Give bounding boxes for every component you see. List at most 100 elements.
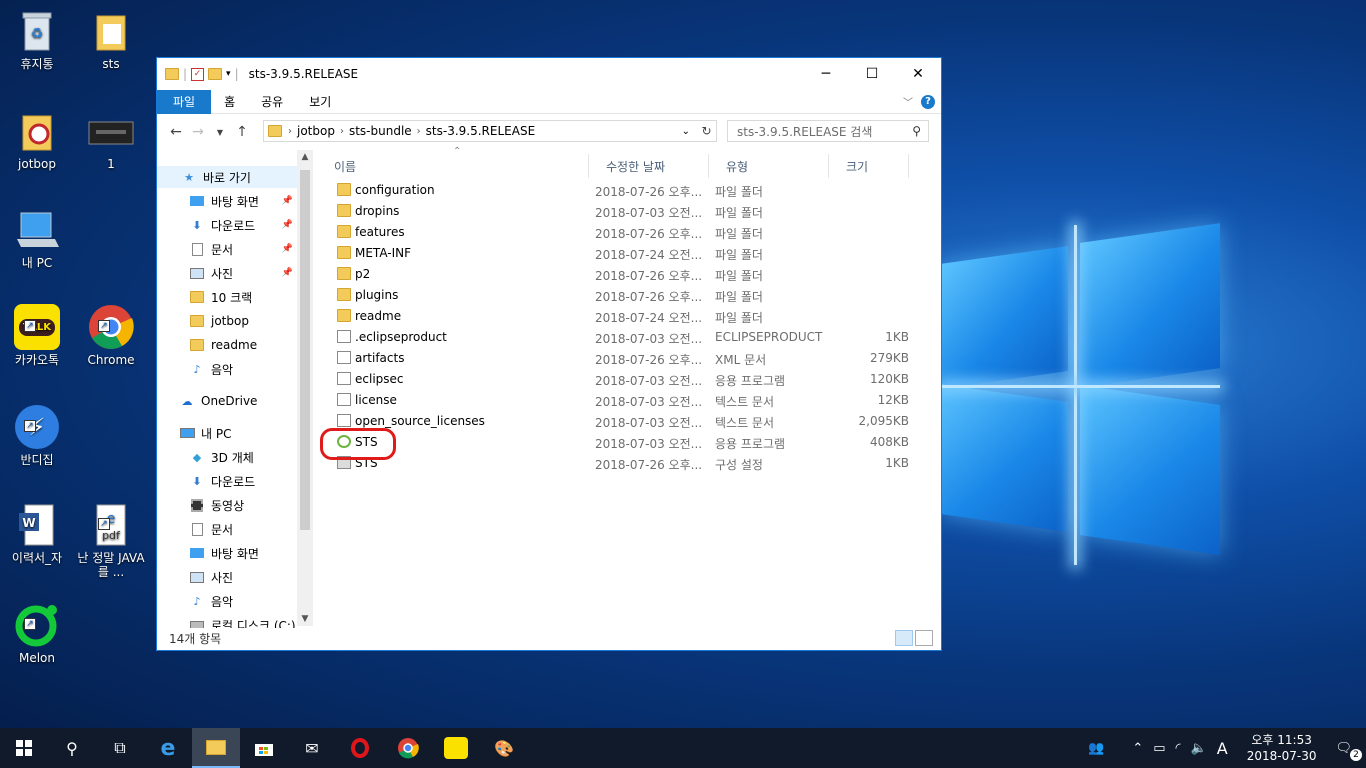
search-icon[interactable]: ⚲ — [48, 728, 96, 768]
breadcrumb[interactable]: sts-bundle — [344, 124, 417, 138]
close-button[interactable]: ✕ — [895, 58, 941, 90]
nav-item-quick-access[interactable]: ★ 바로 가기 — [157, 166, 297, 188]
pin-icon[interactable]: 📌 — [282, 196, 293, 206]
notifications-icon[interactable]: 🗨 2 — [1330, 741, 1366, 761]
pin-icon[interactable]: 📌 — [282, 244, 293, 254]
file-row[interactable]: eclipsec 2018-07-03 오전... 응용 프로그램 120KB — [317, 369, 909, 390]
chevron-up-icon[interactable]: ⌃ — [1127, 741, 1148, 756]
tab-view[interactable]: 보기 — [296, 90, 344, 114]
details-view-icon[interactable] — [895, 630, 913, 646]
chrome-icon[interactable] — [384, 728, 432, 768]
desktop-icon-sts[interactable]: sts — [76, 8, 146, 71]
address-bar[interactable]: › jotbop › sts-bundle › sts-3.9.5.RELEAS… — [263, 120, 717, 142]
paint-icon[interactable]: 🎨 — [480, 728, 528, 768]
scroll-down-icon[interactable]: ▼ — [297, 614, 313, 624]
maximize-button[interactable]: ☐ — [849, 58, 895, 90]
help-icon[interactable]: ? — [921, 95, 935, 109]
desktop-icon-my-pc[interactable]: 내 PC — [2, 207, 72, 270]
mail-icon[interactable]: ✉ — [288, 728, 336, 768]
nav-item-music-pc[interactable]: ♪ 음악 — [157, 590, 297, 612]
nav-item-videos[interactable]: 동영상 — [157, 494, 297, 516]
refresh-button[interactable]: ↻ — [697, 120, 717, 142]
volume-icon[interactable]: 🔈 — [1186, 741, 1212, 756]
desktop-icon-recycle-bin[interactable]: ♻ 휴지통 — [2, 8, 72, 71]
column-header-type[interactable]: 유형 — [709, 154, 829, 178]
pin-icon[interactable]: 📌 — [282, 268, 293, 278]
file-row[interactable]: features 2018-07-26 오후... 파일 폴더 — [317, 222, 897, 243]
up-arrow-icon[interactable]: ↑ — [231, 124, 253, 140]
nav-item-crack[interactable]: 10 크랙 — [157, 286, 297, 308]
column-header-size[interactable]: 크기 — [829, 154, 909, 178]
minimize-button[interactable]: ─ — [803, 58, 849, 90]
file-row[interactable]: open_source_licenses 2018-07-03 오전... 텍스트 … — [317, 411, 909, 432]
nav-item-local-disk[interactable]: 로컬 디스크 (C:) — [157, 614, 297, 628]
recent-locations-icon[interactable]: ▼ — [209, 128, 231, 137]
title-bar[interactable]: | ✓ ▾ | sts-3.9.5.RELEASE ─ ☐ ✕ — [157, 58, 941, 90]
nav-item-desktop-pc[interactable]: 바탕 화면 — [157, 542, 297, 564]
start-icon[interactable] — [0, 728, 48, 768]
desktop-icon-1[interactable]: 1 — [76, 108, 146, 171]
store-icon[interactable] — [240, 728, 288, 768]
nav-item-readme[interactable]: readme — [157, 334, 297, 356]
nav-item-downloads-pc[interactable]: ⬇ 다운로드 — [157, 470, 297, 492]
scrollbar-thumb[interactable] — [300, 170, 310, 530]
wifi-icon[interactable]: ◜ — [1171, 741, 1186, 756]
nav-item-desktop[interactable]: 바탕 화면 📌 — [157, 190, 297, 212]
breadcrumb[interactable]: jotbop — [292, 124, 340, 138]
column-header-date[interactable]: 수정한 날짜 — [589, 154, 709, 178]
desktop-icon-melon[interactable]: ↗ Melon — [2, 602, 72, 665]
file-row[interactable]: readme 2018-07-24 오전... 파일 폴더 — [317, 306, 897, 327]
desktop-icon-chrome[interactable]: ↗ Chrome — [76, 304, 146, 367]
pin-icon[interactable]: 📌 — [282, 220, 293, 230]
file-row[interactable]: STS 2018-07-03 오전... 응용 프로그램 408KB — [317, 432, 909, 453]
tab-share[interactable]: 공유 — [248, 90, 296, 114]
nav-item-pictures-pc[interactable]: 사진 — [157, 566, 297, 588]
desktop-icon-java-pdf[interactable]: e pdf ↗ 난 정말 JAVA를 ... — [76, 502, 146, 579]
nav-item-onedrive[interactable]: ☁ OneDrive — [157, 390, 297, 412]
chevron-down-icon[interactable]: ⌄ — [682, 126, 690, 137]
nav-item-music[interactable]: ♪ 음악 — [157, 358, 297, 380]
people-icon[interactable]: 👥 — [1083, 741, 1109, 756]
nav-item-pictures[interactable]: 사진 📌 — [157, 262, 297, 284]
nav-item-documents[interactable]: 문서 📌 — [157, 238, 297, 260]
expand-ribbon-icon[interactable]: ﹀ — [903, 94, 913, 109]
large-icons-view-icon[interactable] — [915, 630, 933, 646]
properties-icon[interactable]: ✓ — [191, 67, 205, 81]
search-input[interactable]: sts-3.9.5.RELEASE 검색 ⚲ — [727, 120, 929, 142]
file-row[interactable]: META-INF 2018-07-24 오전... 파일 폴더 — [317, 243, 897, 264]
clock[interactable]: 오후 11:53 2018-07-30 — [1233, 732, 1331, 764]
file-row[interactable]: STS 2018-07-26 오후... 구성 설정 1KB — [317, 453, 909, 474]
file-row[interactable]: artifacts 2018-07-26 오후... XML 문서 279KB — [317, 348, 909, 369]
nav-item-downloads[interactable]: ⬇ 다운로드 📌 — [157, 214, 297, 236]
column-header-name[interactable]: 이름 — [317, 154, 589, 178]
tab-home[interactable]: 홈 — [211, 90, 248, 114]
nav-item-documents-pc[interactable]: 문서 — [157, 518, 297, 540]
edge-icon[interactable]: e — [144, 728, 192, 768]
file-explorer-icon[interactable] — [192, 728, 240, 768]
desktop-icon-kakaotalk[interactable]: TALK ↗ 카카오톡 — [2, 304, 72, 367]
new-folder-icon[interactable] — [208, 68, 223, 80]
nav-scrollbar[interactable]: ▲ ▼ — [297, 150, 313, 626]
scroll-up-icon[interactable]: ▲ — [297, 152, 313, 162]
battery-icon[interactable]: ▭ — [1148, 741, 1170, 756]
back-arrow-icon[interactable]: ← — [165, 124, 187, 140]
task-view-icon[interactable]: ⧉ — [96, 728, 144, 768]
desktop-icon-jotbop[interactable]: jotbop — [2, 108, 72, 171]
file-row[interactable]: p2 2018-07-26 오후... 파일 폴더 — [317, 264, 897, 285]
customize-toolbar-icon[interactable]: ▾ — [226, 69, 231, 79]
file-row[interactable]: license 2018-07-03 오전... 텍스트 문서 12KB — [317, 390, 909, 411]
file-row[interactable]: dropins 2018-07-03 오전... 파일 폴더 — [317, 201, 897, 222]
tab-file[interactable]: 파일 — [157, 89, 212, 114]
desktop-icon-resume[interactable]: W 이력서_자 — [2, 502, 72, 565]
file-row[interactable]: configuration 2018-07-26 오후... 파일 폴더 — [317, 180, 897, 201]
desktop-icon-bandizip[interactable]: ⚡ ↗ 반디집 — [2, 404, 72, 467]
forward-arrow-icon[interactable]: → — [187, 124, 209, 140]
nav-item-this-pc[interactable]: 내 PC — [157, 422, 297, 444]
ime-indicator[interactable]: A — [1212, 739, 1233, 758]
nav-item-jotbop[interactable]: jotbop — [157, 310, 297, 332]
breadcrumb[interactable]: sts-3.9.5.RELEASE — [421, 124, 540, 138]
nav-item-3d-objects[interactable]: ◆ 3D 개체 — [157, 446, 297, 468]
opera-icon[interactable] — [336, 728, 384, 768]
kakaotalk-icon[interactable] — [432, 728, 480, 768]
file-row[interactable]: .eclipseproduct 2018-07-03 오전... ECLIPSEPR… — [317, 327, 909, 348]
